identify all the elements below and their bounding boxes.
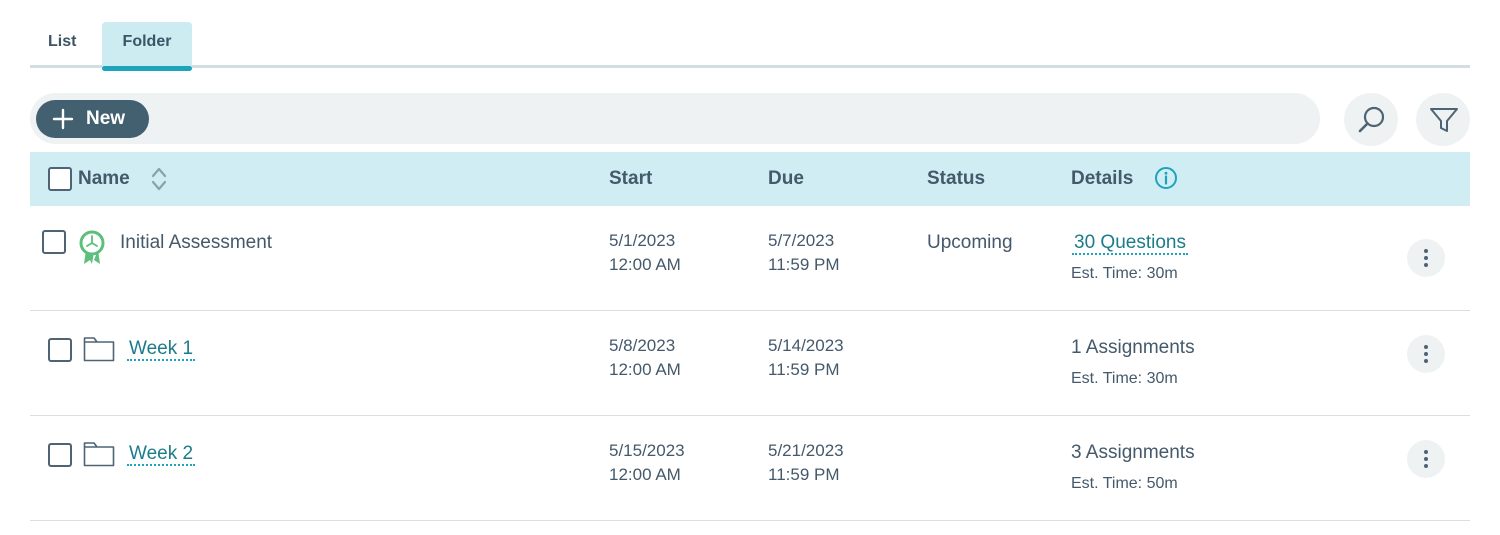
start-date: 5/15/2023 — [609, 441, 685, 460]
search-button[interactable] — [1344, 93, 1398, 146]
assignments-count: 3 Assignments — [1071, 442, 1195, 463]
more-vertical-icon — [1424, 345, 1428, 363]
row-menu-button[interactable] — [1407, 335, 1445, 373]
select-all-checkbox[interactable] — [48, 167, 72, 191]
sort-icon[interactable] — [150, 166, 168, 192]
est-time: Est. Time: 30m — [1071, 370, 1178, 387]
new-button-label: New — [86, 108, 126, 129]
due-date: 5/14/2023 — [768, 336, 844, 355]
more-vertical-icon — [1424, 249, 1428, 267]
due-time: 11:59 PM — [768, 360, 840, 379]
row-checkbox[interactable] — [42, 230, 66, 254]
plus-icon — [52, 108, 74, 130]
toolbar — [30, 93, 1320, 144]
more-vertical-icon — [1424, 450, 1428, 468]
folder-link[interactable]: Week 1 — [127, 338, 196, 361]
row-name[interactable]: Initial Assessment — [120, 228, 272, 258]
start-date: 5/1/2023 — [609, 231, 676, 250]
assessment-badge-icon — [79, 230, 105, 264]
tab-folder[interactable]: Folder — [102, 22, 192, 71]
due-time: 11:59 PM — [768, 255, 840, 274]
info-icon[interactable] — [1154, 166, 1178, 190]
table-row: Week 1 5/8/2023 12:00 AM 5/14/2023 11:59… — [30, 311, 1470, 416]
view-tabs: List Folder — [30, 22, 1470, 71]
column-header-details: Details — [1071, 168, 1134, 189]
folder-icon — [83, 442, 115, 467]
start-time: 12:00 AM — [609, 360, 681, 379]
due-date: 5/7/2023 — [768, 231, 835, 250]
column-header-due: Due — [768, 168, 804, 189]
filter-icon — [1430, 108, 1458, 132]
row-menu-button[interactable] — [1407, 239, 1445, 277]
questions-link[interactable]: 30 Questions — [1072, 232, 1188, 255]
new-button[interactable]: New — [36, 100, 149, 138]
table-row: Week 2 5/15/2023 12:00 AM 5/21/2023 11:5… — [30, 416, 1470, 521]
row-checkbox[interactable] — [48, 443, 72, 467]
filter-button[interactable] — [1416, 93, 1470, 146]
start-time: 12:00 AM — [609, 255, 681, 274]
search-icon — [1358, 106, 1385, 133]
start-date: 5/8/2023 — [609, 336, 676, 355]
row-menu-button[interactable] — [1407, 440, 1445, 478]
table-row: Initial Assessment 5/1/2023 12:00 AM 5/7… — [30, 206, 1470, 311]
due-time: 11:59 PM — [768, 465, 840, 484]
column-header-status: Status — [927, 168, 986, 189]
table-header: Name Start Due Status Details — [30, 152, 1470, 206]
folder-link[interactable]: Week 2 — [127, 443, 196, 466]
start-time: 12:00 AM — [609, 465, 681, 484]
column-header-name: Name — [78, 168, 130, 189]
due-date: 5/21/2023 — [768, 441, 844, 460]
assignments-count: 1 Assignments — [1071, 337, 1195, 358]
row-checkbox[interactable] — [48, 338, 72, 362]
est-time: Est. Time: 50m — [1071, 475, 1178, 492]
tab-list[interactable]: List — [48, 22, 76, 68]
column-header-start: Start — [609, 168, 653, 189]
est-time: Est. Time: 30m — [1071, 265, 1178, 282]
status-text: Upcoming — [927, 232, 1013, 253]
folder-icon — [83, 337, 115, 362]
